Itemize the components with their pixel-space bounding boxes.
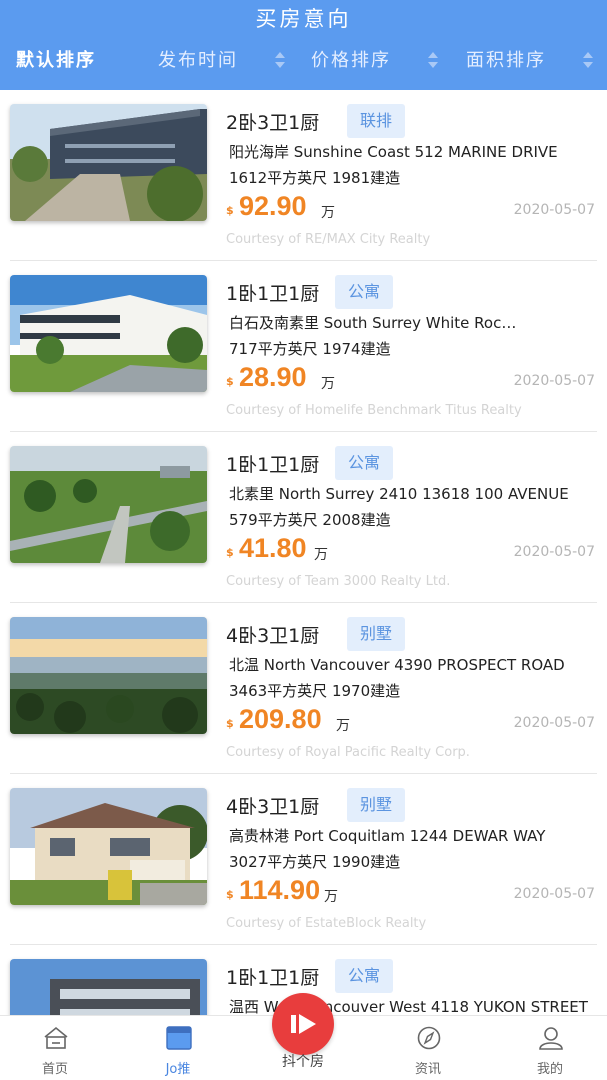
- listing-list: 2卧3卫1厨 联排 阳光海岸 Sunshine Coast 512 MARINE…: [0, 90, 607, 1015]
- listing-courtesy: Courtesy of Royal Pacific Realty Corp.: [226, 745, 470, 760]
- listing-photo: [10, 788, 207, 905]
- listing-price: 28.90: [239, 362, 307, 392]
- price-unit: 万: [336, 718, 350, 734]
- listing-date: 2020-05-07: [513, 886, 595, 902]
- listing-photo: [10, 617, 207, 734]
- home-icon: [44, 1026, 68, 1049]
- tab-label: 首页: [41, 1062, 68, 1077]
- listing-price: 41.80: [239, 533, 307, 563]
- listing-address: 阳光海岸 Sunshine Coast 512 MARINE DRIVE: [229, 143, 558, 161]
- listing-size-year: 1612平方英尺 1981建造: [229, 169, 401, 187]
- listing-layout: 1卧1卫1厨: [226, 967, 320, 989]
- currency-symbol: $: [226, 546, 234, 559]
- listing-address: 北素里 North Surrey 2410 13618 100 AVENUE: [229, 485, 569, 503]
- listing-photo: [10, 959, 207, 1015]
- currency-symbol: $: [226, 717, 234, 730]
- compass-icon: [417, 1026, 441, 1050]
- sort-arrows-icon: [583, 52, 593, 70]
- listing-size-year: 579平方英尺 2008建造: [229, 511, 391, 529]
- property-type-badge: 别墅: [347, 617, 406, 651]
- tab-label: 我的: [536, 1062, 563, 1077]
- tab-recommend[interactable]: Jo推: [128, 1016, 228, 1080]
- tab-label: Jo推: [165, 1062, 191, 1077]
- price-unit: 万: [324, 889, 338, 905]
- listing-date: 2020-05-07: [513, 715, 595, 731]
- user-icon: [539, 1027, 563, 1050]
- listing-layout: 4卧3卫1厨: [226, 796, 320, 818]
- tab-label: 抖个房: [282, 1054, 324, 1070]
- listing-price: 209.80: [239, 704, 322, 734]
- listing-size-year: 3463平方英尺 1970建造: [229, 682, 401, 700]
- sort-publish-time-button[interactable]: 发布时间: [158, 38, 238, 84]
- listing-item[interactable]: 4卧3卫1厨 别墅 高贵林港 Port Coquitlam 1244 DEWAR…: [0, 774, 607, 945]
- sort-arrows-icon: [428, 52, 438, 70]
- listing-price: 92.90: [239, 191, 307, 221]
- sort-area-button[interactable]: 面积排序: [466, 38, 546, 84]
- sort-price-button[interactable]: 价格排序: [311, 38, 391, 84]
- property-type-badge: 公寓: [335, 959, 394, 993]
- tab-news[interactable]: 资讯: [378, 1016, 478, 1080]
- listing-date: 2020-05-07: [513, 202, 595, 218]
- listing-address: 北温 North Vancouver 4390 PROSPECT ROAD: [229, 656, 565, 674]
- sort-default-button[interactable]: 默认排序: [16, 38, 96, 84]
- listing-photo: [10, 275, 207, 392]
- currency-symbol: $: [226, 888, 234, 901]
- listing-layout: 2卧3卫1厨: [226, 112, 320, 134]
- tab-home[interactable]: 首页: [5, 1016, 105, 1080]
- property-type-badge: 公寓: [335, 446, 394, 480]
- price-unit: 万: [321, 376, 335, 392]
- property-type-badge: 联排: [347, 104, 406, 138]
- listing-layout: 1卧1卫1厨: [226, 283, 320, 305]
- currency-symbol: $: [226, 375, 234, 388]
- listing-photo: [10, 446, 207, 563]
- douge-fang-button[interactable]: [272, 993, 334, 1055]
- recommend-icon: [166, 1026, 192, 1050]
- listing-item[interactable]: 4卧3卫1厨 别墅 北温 North Vancouver 4390 PROSPE…: [0, 603, 607, 774]
- page-title: 买房意向: [255, 7, 352, 31]
- listing-item[interactable]: 1卧1卫1厨 公寓 白石及南素里 South Surrey White Roc……: [0, 261, 607, 432]
- header: 买房意向 默认排序 发布时间 价格排序 面积排序: [0, 0, 607, 90]
- currency-symbol: $: [226, 204, 234, 217]
- sort-arrows-icon: [275, 52, 285, 70]
- listing-item[interactable]: 1卧1卫1厨 公寓 北素里 North Surrey 2410 13618 10…: [0, 432, 607, 603]
- listing-courtesy: Courtesy of EstateBlock Realty: [226, 916, 427, 931]
- listing-date: 2020-05-07: [513, 373, 595, 389]
- listing-address: 白石及南素里 South Surrey White Roc…: [229, 314, 517, 332]
- sort-bar: 默认排序 发布时间 价格排序 面积排序: [0, 38, 607, 84]
- listing-courtesy: Courtesy of Team 3000 Realty Ltd.: [226, 574, 451, 589]
- price-unit: 万: [321, 205, 335, 221]
- listing-size-year: 3027平方英尺 1990建造: [229, 853, 401, 871]
- price-unit: 万: [314, 547, 328, 563]
- listing-courtesy: Courtesy of Homelife Benchmark Titus Rea…: [226, 403, 522, 418]
- listing-address: 高贵林港 Port Coquitlam 1244 DEWAR WAY: [229, 827, 546, 845]
- tab-label: 资讯: [414, 1062, 441, 1077]
- listing-size-year: 717平方英尺 1974建造: [229, 340, 391, 358]
- listing-layout: 4卧3卫1厨: [226, 625, 320, 647]
- listing-date: 2020-05-07: [513, 544, 595, 560]
- listing-price: 114.90: [239, 875, 321, 905]
- listing-item[interactable]: 2卧3卫1厨 联排 阳光海岸 Sunshine Coast 512 MARINE…: [0, 90, 607, 261]
- property-type-badge: 别墅: [347, 788, 406, 822]
- tab-mine[interactable]: 我的: [500, 1016, 600, 1080]
- listing-courtesy: Courtesy of RE/MAX City Realty: [226, 232, 431, 247]
- listing-photo: [10, 104, 207, 221]
- property-type-badge: 公寓: [335, 275, 394, 309]
- listing-layout: 1卧1卫1厨: [226, 454, 320, 476]
- play-icon: [291, 1014, 316, 1034]
